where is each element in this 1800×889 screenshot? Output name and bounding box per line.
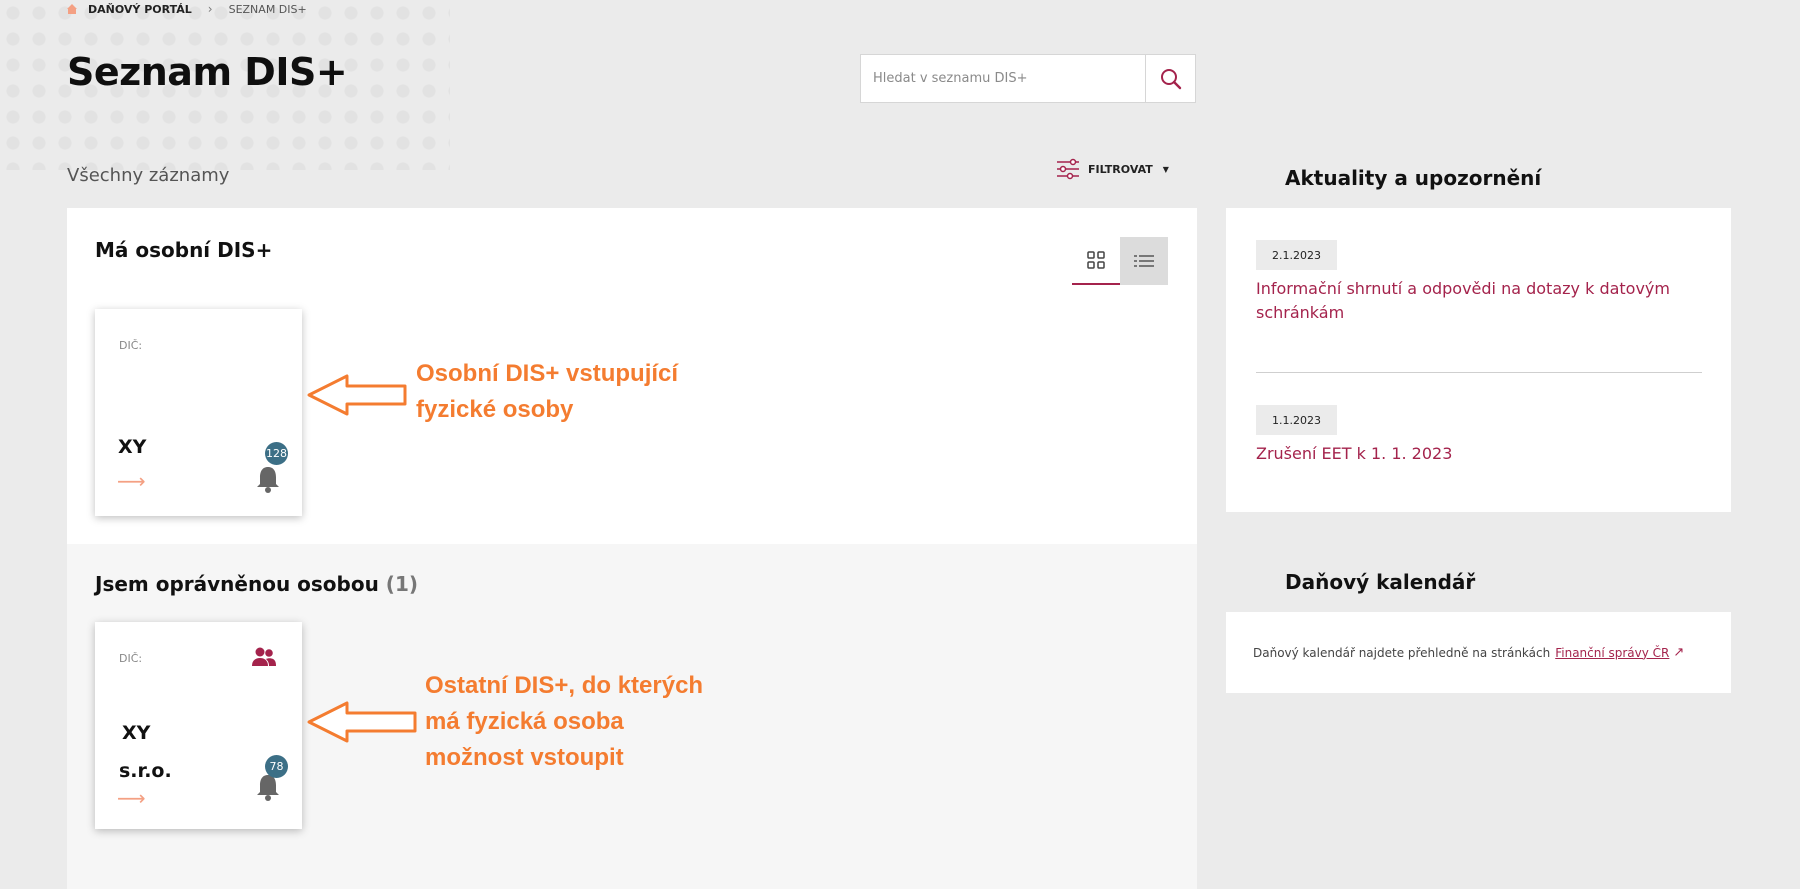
- annotation-line: fyzické osoby: [416, 396, 574, 423]
- authorized-dis-title: Jsem oprávněnou osobou (1): [95, 572, 418, 596]
- filter-button[interactable]: FILTROVAT ▼: [1056, 158, 1169, 180]
- grid-icon: [1087, 251, 1105, 269]
- search-box: [860, 54, 1196, 103]
- annotation-line: možnost vstoupit: [425, 744, 624, 771]
- home-icon[interactable]: [66, 3, 78, 15]
- personal-dis-title: Má osobní DIS+: [95, 238, 273, 262]
- chevron-right-icon: ›: [207, 2, 213, 16]
- authorized-dis-card[interactable]: DIČ: XY s.r.o. ⟶ 78: [95, 622, 302, 829]
- breadcrumb-home-link[interactable]: DAŇOVÝ PORTÁL: [88, 3, 192, 16]
- tax-calendar-text: Daňový kalendář najdete přehledně na str…: [1253, 645, 1551, 660]
- news-panel: 2.1.2023 Informační shrnutí a odpovědi n…: [1226, 208, 1731, 512]
- search-input[interactable]: [861, 55, 1145, 102]
- people-icon: [252, 647, 276, 666]
- news-item-link[interactable]: Zrušení EET k 1. 1. 2023: [1256, 442, 1696, 466]
- authorized-dis-title-text: Jsem oprávněnou osobou: [95, 572, 379, 596]
- filter-label: FILTROVAT: [1088, 162, 1153, 176]
- breadcrumb-current: SEZNAM DIS+: [228, 2, 307, 16]
- card-owner-name: XY: [122, 722, 151, 744]
- filter-sliders-icon: [1057, 158, 1079, 180]
- caret-down-icon: ▼: [1162, 164, 1169, 174]
- notification-count-badge: 78: [265, 755, 288, 778]
- card-owner-name-suffix: s.r.o.: [119, 760, 172, 782]
- news-date-badge: 1.1.2023: [1256, 405, 1337, 435]
- tax-calendar-heading: Daňový kalendář: [1285, 570, 1476, 594]
- authorized-annotation: Ostatní DIS+, do kterých má fyzická osob…: [425, 668, 703, 776]
- news-divider: [1256, 372, 1702, 373]
- bell-icon[interactable]: [253, 464, 283, 494]
- search-button[interactable]: [1145, 55, 1195, 102]
- arrow-right-icon[interactable]: ⟶: [117, 469, 146, 493]
- page-title: Seznam DIS+: [67, 50, 348, 94]
- list-icon: [1134, 255, 1154, 267]
- tax-calendar-panel: Daňový kalendář najdete přehledně na str…: [1226, 612, 1731, 693]
- view-toggle: [1072, 237, 1168, 285]
- annotation-line: Osobní DIS+ vstupující: [416, 360, 679, 387]
- annotation-line: má fyzická osoba: [425, 708, 624, 735]
- personal-annotation: Osobní DIS+ vstupující fyzické osoby: [416, 356, 678, 428]
- dic-label: DIČ:: [119, 652, 143, 665]
- search-icon: [1160, 68, 1181, 89]
- dic-label: DIČ:: [119, 339, 143, 352]
- annotation-line: Ostatní DIS+, do kterých: [425, 672, 704, 699]
- grid-view-button[interactable]: [1072, 237, 1120, 285]
- news-date-badge: 2.1.2023: [1256, 240, 1337, 270]
- financial-administration-link[interactable]: Finanční správy ČR: [1555, 646, 1669, 660]
- external-link-icon[interactable]: ↗: [1673, 645, 1684, 660]
- notification-count-badge: 128: [265, 442, 288, 465]
- authorized-dis-count: (1): [385, 572, 418, 596]
- callout-arrow-icon: [307, 374, 407, 416]
- callout-arrow-icon: [307, 701, 417, 743]
- news-item-link[interactable]: Informační shrnutí a odpovědi na dotazy …: [1256, 277, 1696, 325]
- arrow-right-icon[interactable]: ⟶: [117, 786, 146, 810]
- news-heading: Aktuality a upozornění: [1285, 166, 1542, 190]
- breadcrumb: DAŇOVÝ PORTÁL › SEZNAM DIS+: [66, 2, 307, 16]
- list-view-button[interactable]: [1120, 237, 1168, 285]
- all-records-label: Všechny záznamy: [67, 165, 230, 186]
- personal-dis-card[interactable]: DIČ: XY ⟶ 128: [95, 309, 302, 516]
- card-owner-name: XY: [118, 436, 147, 458]
